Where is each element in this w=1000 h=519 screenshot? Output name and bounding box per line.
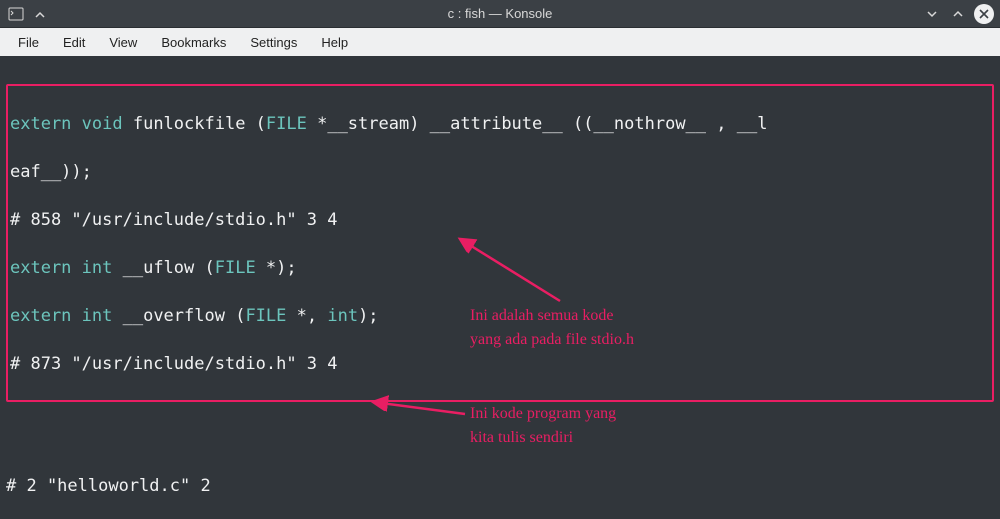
code-text: *); — [256, 258, 297, 278]
maximize-button[interactable] — [948, 4, 968, 24]
minimize-button[interactable] — [922, 4, 942, 24]
window-title: c : fish — Konsole — [0, 6, 1000, 21]
code-text: __overflow ( — [112, 306, 245, 326]
terminal[interactable]: extern void funlockfile (FILE *__stream)… — [0, 56, 1000, 519]
pin-icon[interactable] — [30, 4, 50, 24]
code-type: int — [327, 306, 358, 326]
menu-help[interactable]: Help — [311, 32, 358, 53]
code-type: int — [71, 258, 112, 278]
titlebar-right-controls — [922, 4, 1000, 24]
annotation-2: Ini kode program yang kita tulis sendiri — [470, 402, 616, 450]
titlebar-left-controls — [0, 4, 50, 24]
menubar: File Edit View Bookmarks Settings Help — [0, 28, 1000, 56]
code-type: FILE — [266, 114, 307, 134]
menu-edit[interactable]: Edit — [53, 32, 95, 53]
code-type: FILE — [245, 306, 286, 326]
code-text: *__stream) __attribute__ ((__nothrow__ ,… — [307, 114, 768, 134]
code-text: funlockfile ( — [123, 114, 266, 134]
term-line: # 858 "/usr/include/stdio.h" 3 4 — [10, 208, 990, 232]
menu-file[interactable]: File — [8, 32, 49, 53]
menu-settings[interactable]: Settings — [240, 32, 307, 53]
term-line: # 873 "/usr/include/stdio.h" 3 4 — [10, 352, 990, 376]
code-type: int — [71, 306, 112, 326]
code-text: __uflow ( — [112, 258, 214, 278]
code-text: *, — [286, 306, 327, 326]
code-type: void — [71, 114, 122, 134]
term-line: # 2 "helloworld.c" 2 — [6, 474, 994, 498]
term-line: extern void funlockfile (FILE *__stream)… — [10, 112, 990, 136]
code-type: FILE — [215, 258, 256, 278]
arrow-2 — [365, 394, 475, 424]
titlebar: c : fish — Konsole — [0, 0, 1000, 28]
code-keyword: extern — [10, 114, 71, 134]
app-icon[interactable] — [6, 4, 26, 24]
term-line: eaf__)); — [10, 160, 990, 184]
arrow-1 — [445, 231, 575, 311]
code-keyword: extern — [10, 306, 71, 326]
code-text: ); — [358, 306, 378, 326]
annotation-1: Ini adalah semua kode yang ada pada file… — [470, 304, 634, 352]
menu-view[interactable]: View — [99, 32, 147, 53]
menu-bookmarks[interactable]: Bookmarks — [151, 32, 236, 53]
code-keyword: extern — [10, 258, 71, 278]
close-button[interactable] — [974, 4, 994, 24]
